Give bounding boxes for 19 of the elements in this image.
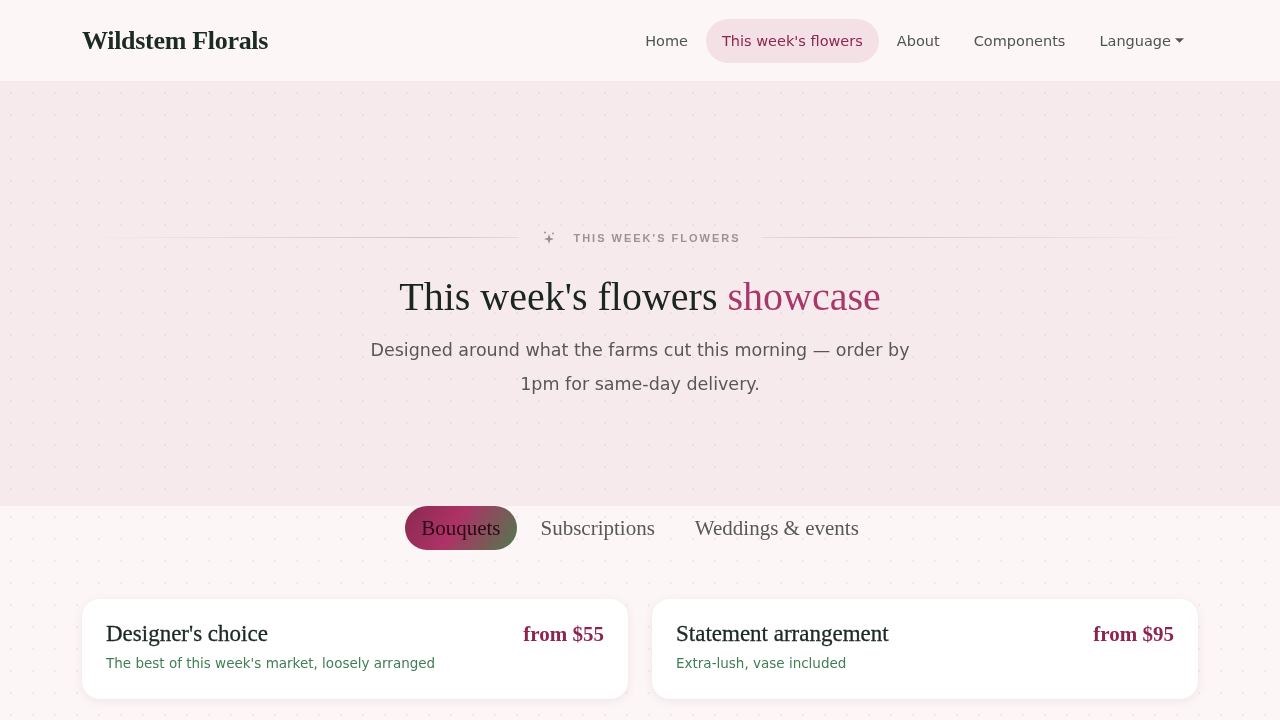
caret-icon [1175, 38, 1184, 43]
card-description: Extra-lush, vase included [676, 654, 848, 673]
hero-heading: This week's flowers showcase [398, 273, 882, 321]
hero-subtitle: Designed around what the farms cut this morning — order by 1pm for same-day delivery. [369, 339, 911, 396]
card-title: Designer's choice [106, 620, 269, 648]
category-tab[interactable]: Weddings & events [678, 506, 875, 550]
brand-logo[interactable]: Wildstem Florals [82, 25, 269, 56]
nav-link[interactable]: Components [957, 18, 1082, 63]
category-tab[interactable]: Subscriptions [524, 506, 671, 550]
price-label: from $95 [1093, 622, 1174, 647]
eyebrow-label: THIS WEEK'S FLOWERS [573, 231, 741, 244]
price-label: from $55 [523, 622, 604, 647]
nav-link[interactable]: About [880, 18, 956, 63]
card-description: The best of this week's market, loosely arranged [106, 654, 436, 673]
language-dropdown[interactable]: Language [1083, 18, 1200, 63]
card-title: Statement arrangement [676, 620, 889, 648]
nav-link[interactable]: Home [629, 18, 704, 63]
nav-link[interactable]: This week's flowers [706, 18, 879, 63]
sparkle-icon [543, 231, 556, 244]
